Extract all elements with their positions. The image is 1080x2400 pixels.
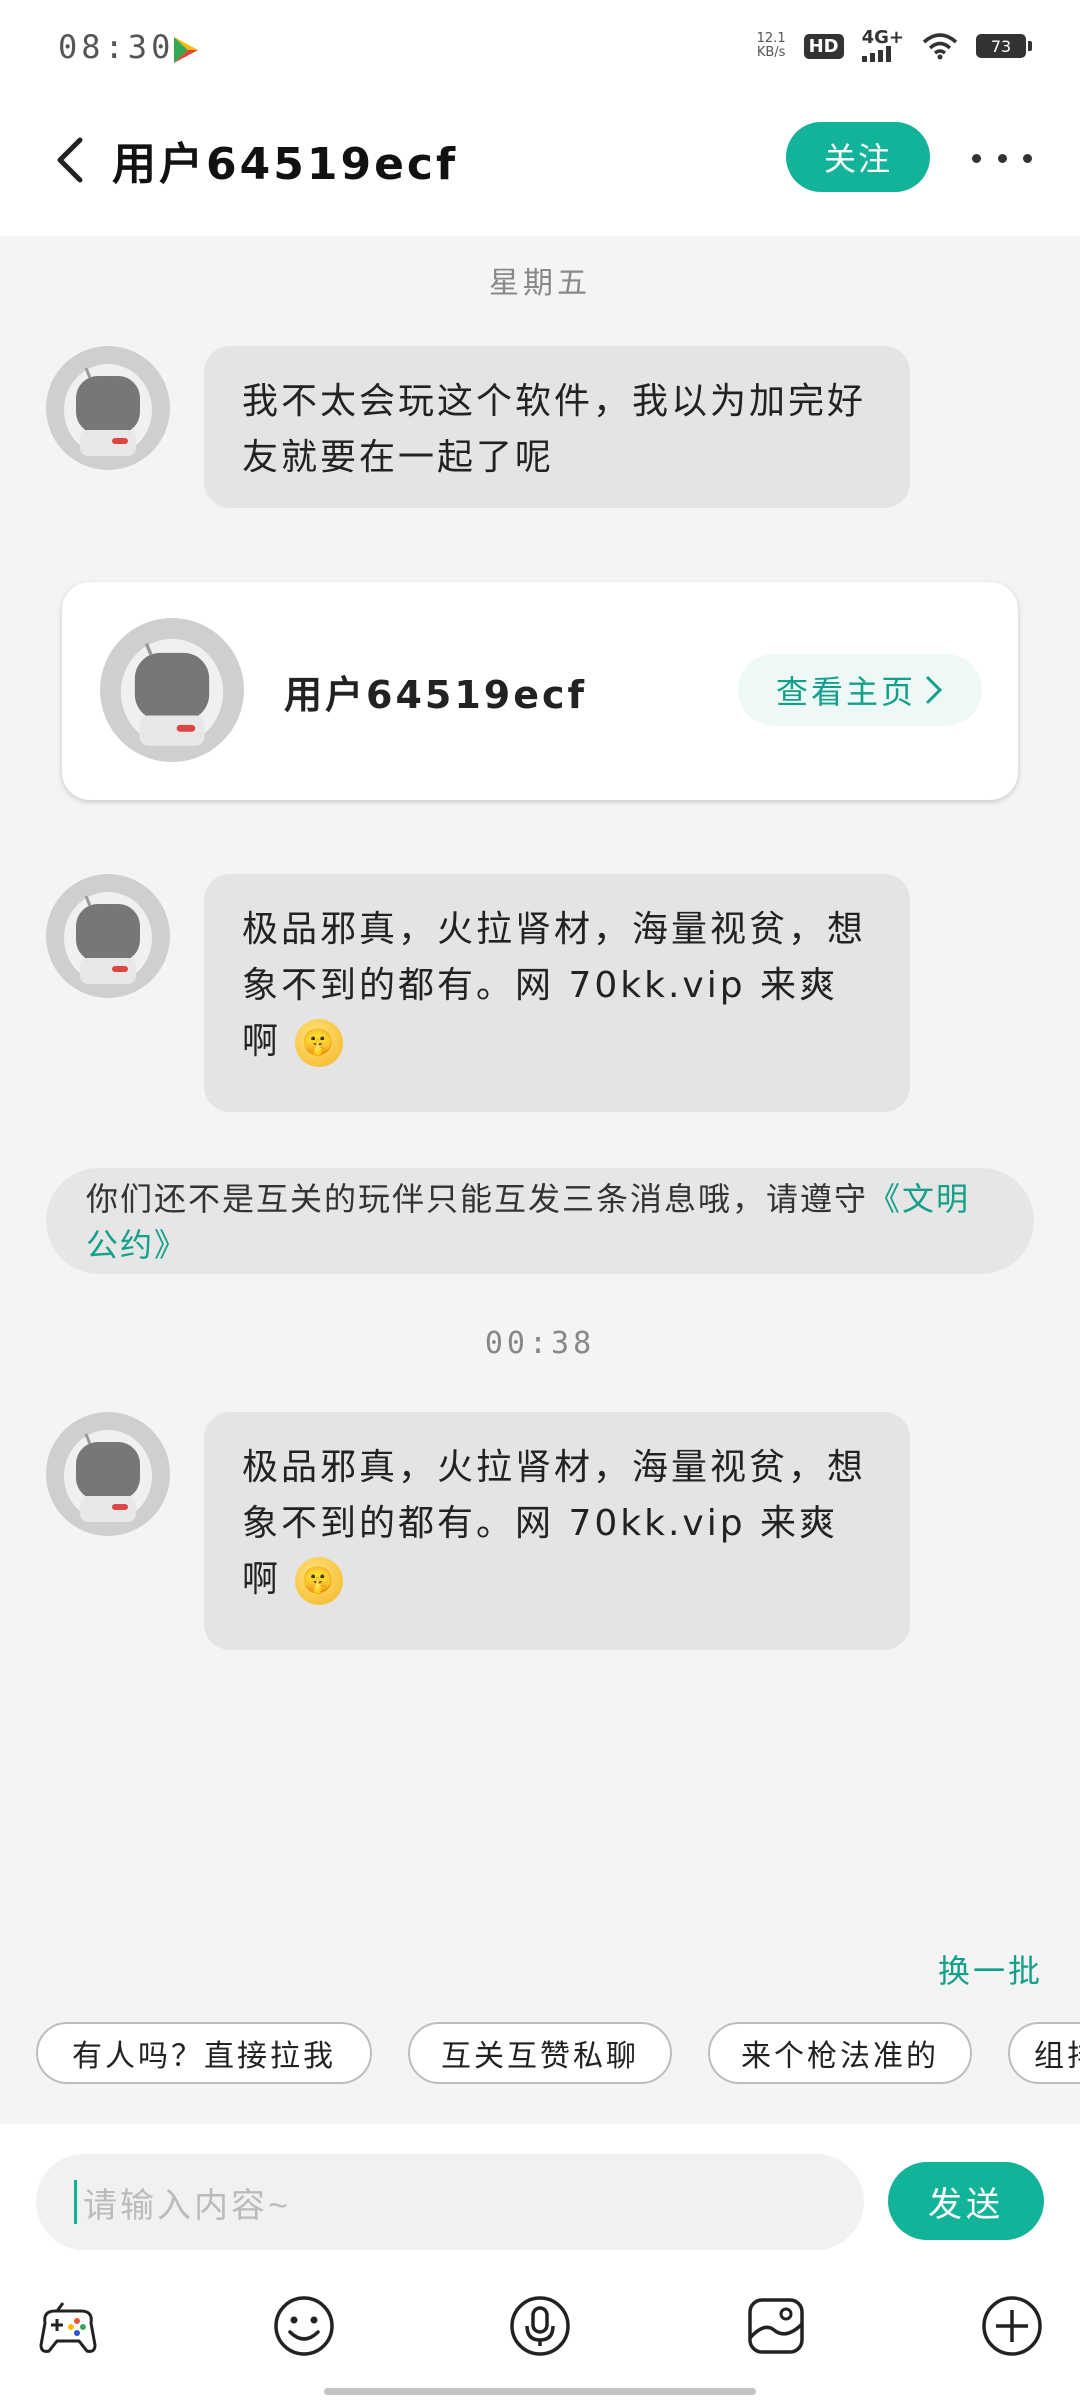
- astronaut-avatar-icon: [64, 892, 152, 984]
- time-separator: 00:38: [484, 1326, 596, 1361]
- message-text: 我不太会玩这个软件，我以为加完好友就要在一起了呢: [242, 381, 867, 478]
- toolbar: [0, 2290, 1080, 2370]
- plus-icon: [982, 2296, 1042, 2356]
- battery-icon: 73: [976, 34, 1032, 58]
- chevron-left-icon: [57, 137, 83, 183]
- dot-icon: [1023, 153, 1032, 163]
- back-button[interactable]: [44, 130, 94, 190]
- astronaut-avatar-icon: [64, 1430, 152, 1522]
- input-placeholder: 请输入内容~: [83, 2186, 291, 2225]
- image-button[interactable]: [740, 2290, 812, 2362]
- more-actions-button[interactable]: [976, 2290, 1048, 2362]
- quick-reply-chip[interactable]: 组排: [1008, 2022, 1080, 2084]
- profile-card[interactable]: 用户64519ecf 查看主页: [62, 582, 1018, 800]
- chevron-right-icon: [926, 676, 943, 704]
- send-button[interactable]: 发送: [888, 2162, 1044, 2240]
- quick-reply-chip[interactable]: 互关互赞私聊: [408, 2022, 672, 2084]
- gamepad-icon: [39, 2302, 97, 2353]
- play-store-icon: [174, 37, 198, 63]
- view-profile-button[interactable]: 查看主页: [738, 654, 982, 726]
- quick-reply-chip[interactable]: 有人吗？直接拉我: [36, 2022, 372, 2084]
- voice-button[interactable]: [504, 2290, 576, 2362]
- signal-icon: 4G+: [861, 29, 904, 62]
- microphone-icon: [510, 2296, 570, 2356]
- notice-text: 你们还不是互关的玩伴只能互发三条消息哦，请遵守: [86, 1180, 869, 1218]
- game-button[interactable]: [32, 2290, 104, 2362]
- text-caret: [74, 2180, 77, 2224]
- quick-reply-row: 有人吗？直接拉我 互关互赞私聊 来个枪法准的 组排: [36, 2022, 1080, 2088]
- refresh-suggestions-button[interactable]: 换一批: [938, 1946, 1043, 1992]
- status-bar: 08:30 12.1 KB/s HD 4G+ 73: [0, 0, 1080, 100]
- composer: 请输入内容~ 发送: [0, 2124, 1080, 2400]
- emoji-button[interactable]: [268, 2290, 340, 2362]
- message-bubble[interactable]: 我不太会玩这个软件，我以为加完好友就要在一起了呢: [204, 346, 910, 508]
- hd-badge: HD: [803, 33, 844, 59]
- avatar[interactable]: [46, 346, 170, 470]
- message-bubble[interactable]: 极品邪真，火拉肾材，海量视贫，想象不到的都有。网 70kk.vip 来爽啊 🤫: [204, 874, 910, 1112]
- avatar[interactable]: [46, 874, 170, 998]
- chat-header: 用户64519ecf 关注: [0, 100, 1080, 236]
- dot-icon: [997, 153, 1007, 163]
- astronaut-avatar-icon: [64, 364, 152, 456]
- shushing-face-emoji: 🤫: [295, 1019, 344, 1067]
- wifi-icon: [922, 33, 958, 60]
- card-username: 用户64519ecf: [284, 673, 588, 717]
- more-options-button[interactable]: [972, 138, 1032, 178]
- card-avatar[interactable]: [100, 618, 244, 762]
- avatar[interactable]: [46, 1412, 170, 1536]
- follow-button[interactable]: 关注: [786, 122, 930, 192]
- message-bubble[interactable]: 极品邪真，火拉肾材，海量视贫，想象不到的都有。网 70kk.vip 来爽啊 🤫: [204, 1412, 910, 1650]
- message-input[interactable]: 请输入内容~: [36, 2154, 864, 2250]
- status-time: 08:30: [58, 28, 175, 66]
- network-speed: 12.1 KB/s: [756, 31, 786, 60]
- emoji-icon: [274, 2296, 334, 2356]
- image-icon: [748, 2298, 804, 2354]
- date-separator: 星期五: [489, 266, 591, 301]
- home-indicator[interactable]: [324, 2388, 756, 2395]
- system-notice: 你们还不是互关的玩伴只能互发三条消息哦，请遵守《文明公约》: [46, 1168, 1034, 1274]
- quick-reply-chip[interactable]: 来个枪法准的: [708, 2022, 972, 2084]
- shushing-face-emoji: 🤫: [295, 1557, 344, 1605]
- dot-icon: [972, 153, 981, 163]
- page-title: 用户64519ecf: [112, 139, 459, 190]
- astronaut-avatar-icon: [120, 638, 224, 746]
